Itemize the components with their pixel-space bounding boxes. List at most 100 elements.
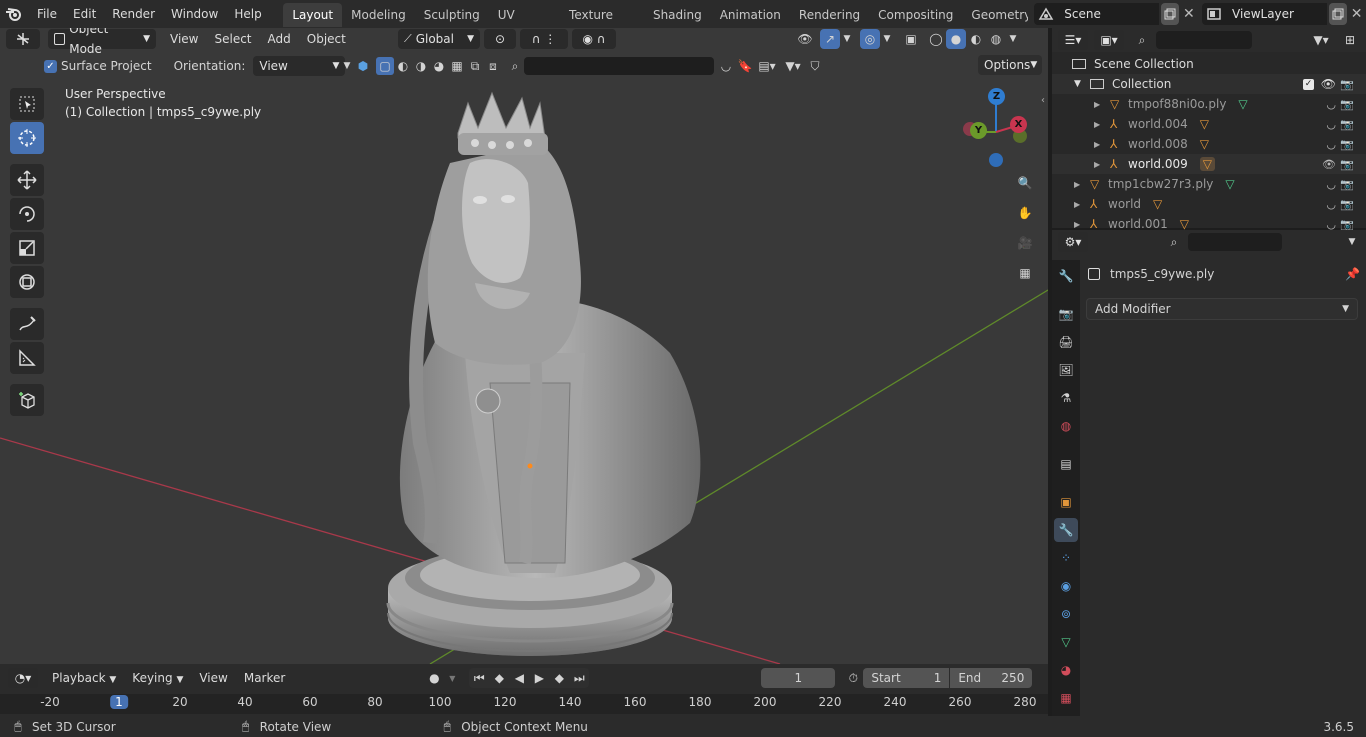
pan-hand-icon[interactable]: ✋ — [1012, 200, 1038, 226]
menu-object[interactable]: Object — [299, 28, 354, 50]
annotate-tool[interactable] — [10, 308, 44, 340]
chevron-down-icon[interactable]: ▼ — [1074, 79, 1086, 89]
outliner-item[interactable]: ▶ ▽ tmpof88ni0o.ply ▽ ◡ 📷 — [1052, 94, 1366, 114]
visibility-icon[interactable]: 👁 — [790, 32, 820, 46]
stopwatch-icon[interactable]: ⏱ — [843, 671, 863, 686]
shading-mode-2-icon[interactable]: ◑ — [412, 59, 430, 73]
bookmark-icon[interactable]: 🔖 — [736, 59, 754, 73]
camera-render-icon[interactable]: 📷 — [1340, 118, 1354, 131]
tab-shading[interactable]: Shading — [644, 3, 711, 27]
chevron-right-icon[interactable]: ▶ — [1074, 220, 1086, 229]
outliner-item[interactable]: ▶ ▽ tmp1cbw27r3.ply ▽ ◡ 📷 — [1052, 174, 1366, 194]
current-frame-field[interactable]: 1 — [761, 668, 836, 688]
view-layer-field[interactable]: ViewLayer — [1226, 3, 1327, 25]
view-layer-tab-icon[interactable]: 🖼 — [1054, 358, 1078, 382]
end-frame-field[interactable]: End 250 — [950, 668, 1033, 688]
copy-mode-icon[interactable]: ⧉ — [466, 59, 484, 74]
outliner-item[interactable]: ▶ ⅄ world ▽ ◡ 📷 — [1052, 194, 1366, 214]
menu-view[interactable]: View — [162, 28, 206, 50]
gizmo-y-axis[interactable]: Y — [970, 122, 987, 139]
collection-row[interactable]: ▼ Collection ✓ 👁 📷 — [1052, 74, 1366, 94]
layout-icon[interactable]: ▤▾ — [754, 59, 780, 73]
prev-keyframe-icon[interactable]: ◆ — [489, 668, 509, 688]
tab-rendering[interactable]: Rendering — [790, 3, 869, 27]
orientation-dropdown[interactable]: View ▼ — [253, 56, 346, 76]
menu-help[interactable]: Help — [226, 0, 269, 28]
jump-end-icon[interactable]: ⏭ — [569, 668, 589, 688]
shading-mode-icon[interactable]: ◐ — [394, 59, 412, 73]
properties-search-input[interactable] — [1188, 233, 1282, 251]
chevron-right-icon[interactable]: ▶ — [1094, 100, 1106, 109]
eye-icon[interactable]: 👁 — [1322, 158, 1336, 171]
bust-sculpture-model[interactable] — [380, 83, 720, 663]
properties-editor-type-icon[interactable]: ⚙▾ — [1058, 232, 1088, 252]
menu-timeline-view[interactable]: View — [191, 667, 235, 689]
timeline-ruler[interactable]: -20 1 20 40 60 80 100 120 140 160 180 200 220 240 260 2… — [0, 694, 1048, 714]
move-tool[interactable] — [10, 164, 44, 196]
menu-marker[interactable]: Marker — [236, 667, 293, 689]
eye-closed-icon[interactable]: ◡ — [1326, 198, 1336, 211]
measure-tool[interactable] — [10, 342, 44, 374]
solid-shading-icon[interactable]: ● — [946, 29, 966, 49]
jump-start-icon[interactable]: ⏮ — [469, 668, 489, 688]
outliner-item[interactable]: ▶ ⅄ world.004 ▽ ◡ 📷 — [1052, 114, 1366, 134]
scene-tab-icon[interactable]: ⚗ — [1054, 386, 1078, 410]
shield-icon[interactable]: ⛉ — [806, 59, 824, 74]
camera-render-icon[interactable]: 📷 — [1340, 178, 1354, 191]
record-icon[interactable]: ● — [423, 671, 445, 685]
new-scene-icon[interactable] — [1160, 3, 1180, 25]
link-mode-icon[interactable]: ⧈ — [484, 59, 502, 74]
outliner-search-input[interactable] — [1156, 31, 1252, 49]
menu-render[interactable]: Render — [104, 0, 163, 28]
menu-add[interactable]: Add — [260, 28, 299, 50]
filter-icon[interactable]: ▼▾ — [1308, 33, 1334, 47]
overlays-icon[interactable]: ◎ — [860, 29, 880, 49]
cursor-tool[interactable] — [10, 122, 44, 154]
include-checkbox[interactable]: ✓ — [1303, 78, 1314, 90]
toggle-icon[interactable]: ◡ — [716, 59, 736, 73]
physics-tab-icon[interactable]: ◉ — [1054, 574, 1078, 598]
chevron-down-icon[interactable]: ▼ — [340, 61, 354, 71]
eye-closed-icon[interactable]: ◡ — [1326, 118, 1336, 131]
collection-tab-icon[interactable]: ▤ — [1054, 452, 1078, 476]
chevron-right-icon[interactable]: ▶ — [1074, 200, 1086, 209]
chevron-right-icon[interactable]: ▶ — [1094, 140, 1106, 149]
viewport-search-input[interactable] — [524, 57, 714, 75]
gizmo-z-axis[interactable]: Z — [988, 88, 1005, 105]
tool-tab-icon[interactable]: 🔧 — [1054, 264, 1078, 288]
display-mode-icon[interactable]: ▣▾ — [1094, 30, 1124, 50]
start-frame-field[interactable]: Start 1 — [863, 668, 950, 688]
surface-project-checkbox[interactable]: ✓ — [44, 59, 57, 73]
play-icon[interactable]: ▶ — [529, 668, 549, 688]
outliner-item[interactable]: ▶ ⅄ world.009 ▽ 👁 📷 — [1052, 154, 1366, 174]
play-reverse-icon[interactable]: ◀ — [509, 668, 529, 688]
transform-orientation-dropdown[interactable]: ⟋ Global ▼ — [398, 29, 480, 49]
chevron-down-icon[interactable]: ▼ — [445, 674, 459, 683]
material-tab-icon[interactable]: ◕ — [1054, 658, 1078, 682]
camera-render-icon[interactable]: 📷 — [1340, 138, 1354, 151]
delete-view-layer-icon[interactable]: ✕ — [1347, 3, 1366, 25]
delete-scene-icon[interactable]: ✕ — [1179, 3, 1198, 25]
menu-edit[interactable]: Edit — [65, 0, 104, 28]
eye-closed-icon[interactable]: ◡ — [1326, 178, 1336, 191]
camera-icon[interactable]: 🎥 — [1012, 230, 1038, 256]
collapse-sidebar-icon[interactable]: ‹ — [1038, 92, 1048, 108]
scene-name-field[interactable]: Scene — [1058, 3, 1159, 25]
data-tab-icon[interactable]: ▽ — [1054, 630, 1078, 654]
gizmo-x-axis[interactable]: X — [1010, 116, 1027, 133]
new-view-layer-icon[interactable] — [1328, 3, 1348, 25]
perspective-grid-icon[interactable]: ▦ — [1012, 260, 1038, 286]
gizmo-toggle-icon[interactable]: ↗ — [820, 29, 840, 49]
wireframe-shading-icon[interactable]: ◯ — [926, 29, 946, 49]
texture-tab-icon[interactable]: ▦ — [1054, 686, 1078, 710]
proportional-edit-icon[interactable]: ◉ ∩ — [572, 29, 616, 49]
render-tab-icon[interactable]: 📷 — [1054, 302, 1078, 326]
filter-icon[interactable]: ▼▾ — [780, 59, 806, 73]
chevron-right-icon[interactable]: ▶ — [1074, 180, 1086, 189]
shading-mode-3-icon[interactable]: ◕ — [430, 59, 448, 73]
add-modifier-dropdown[interactable]: Add Modifier ▼ — [1086, 298, 1358, 320]
tab-sculpting[interactable]: Sculpting — [415, 3, 489, 27]
add-cube-tool[interactable] — [10, 384, 44, 416]
outliner-item[interactable]: ▶ ⅄ world.008 ▽ ◡ 📷 — [1052, 134, 1366, 154]
chevron-down-icon[interactable]: ▼ — [880, 34, 894, 44]
